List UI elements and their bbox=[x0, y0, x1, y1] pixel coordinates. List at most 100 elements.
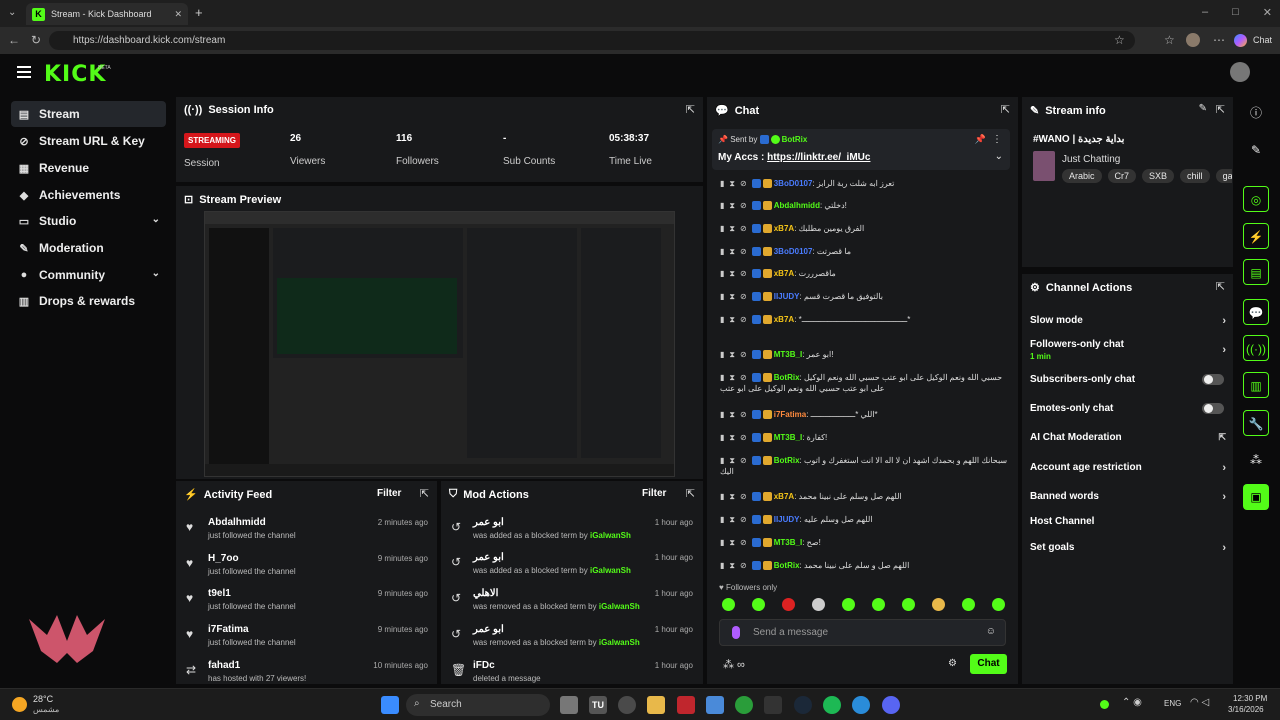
close-icon[interactable]: ✕ bbox=[174, 9, 182, 20]
filter-button[interactable]: Filter bbox=[377, 488, 401, 499]
ban-icon[interactable]: ⊘ bbox=[740, 372, 747, 383]
pin-message-icon[interactable]: ▮ bbox=[720, 491, 724, 502]
timeout-icon[interactable]: ⧗ bbox=[729, 178, 735, 189]
points-icon[interactable]: ⁂ ∞ bbox=[723, 658, 745, 671]
tag[interactable]: chill bbox=[1180, 169, 1210, 183]
sidebar-item-stream-url[interactable]: ⊘ Stream URL & Key bbox=[11, 128, 166, 154]
send-chat-button[interactable]: Chat bbox=[970, 654, 1007, 674]
timeout-icon[interactable]: ⧗ bbox=[729, 455, 735, 466]
subscribers-only-action[interactable]: Subscribers-only chat bbox=[1030, 374, 1226, 385]
clock-time[interactable]: 12:30 PM bbox=[1233, 694, 1267, 703]
emote-icon[interactable] bbox=[782, 598, 795, 611]
filter-button[interactable]: Filter bbox=[642, 488, 666, 499]
ban-icon[interactable]: ⊘ bbox=[740, 432, 747, 443]
copilot-chat-label[interactable]: Chat bbox=[1253, 35, 1272, 45]
chat-username[interactable]: MT3B_I bbox=[774, 538, 802, 547]
chat-username[interactable]: MT3B_I bbox=[774, 350, 802, 359]
pin-message-icon[interactable]: ▮ bbox=[720, 178, 724, 189]
chat-username[interactable]: IIJUDY bbox=[774, 292, 800, 301]
network-volume-icons[interactable]: ◠ ◁ bbox=[1190, 697, 1209, 708]
mod-user[interactable]: iGalwanSh bbox=[590, 531, 631, 540]
chat-icon[interactable]: 💬 bbox=[1243, 299, 1269, 325]
browser-tab[interactable]: K Stream - Kick Dashboard ✕ bbox=[26, 3, 188, 25]
timeout-icon[interactable]: ⧗ bbox=[729, 409, 735, 420]
new-tab-icon[interactable]: + bbox=[195, 5, 203, 20]
spotify-icon[interactable] bbox=[823, 696, 841, 714]
timeout-icon[interactable]: ⧗ bbox=[729, 349, 735, 360]
mod-user[interactable]: iGalwanSh bbox=[599, 638, 640, 647]
ban-icon[interactable]: ⊘ bbox=[740, 560, 747, 571]
pin-message-icon[interactable]: ▮ bbox=[720, 409, 724, 420]
timeout-icon[interactable]: ⧗ bbox=[729, 537, 735, 548]
subscribers-only-toggle[interactable] bbox=[1202, 374, 1224, 385]
chat-username[interactable]: IIJUDY bbox=[774, 515, 800, 524]
emote-icon[interactable] bbox=[902, 598, 915, 611]
category-name[interactable]: Just Chatting bbox=[1062, 154, 1120, 165]
xbox-icon[interactable] bbox=[735, 696, 753, 714]
pinned-link[interactable]: https://linktr.ee/_iMUc bbox=[767, 152, 870, 163]
sidebar-item-studio[interactable]: ▭ Studio ⌄ bbox=[11, 208, 166, 234]
emote-icon[interactable] bbox=[812, 598, 825, 611]
pin-message-icon[interactable]: ▮ bbox=[720, 223, 724, 234]
ai-moderation-action[interactable]: AI Chat Moderation ⇱ bbox=[1030, 432, 1226, 443]
tag[interactable]: ga bbox=[1215, 169, 1232, 183]
ban-icon[interactable]: ⊘ bbox=[740, 514, 747, 525]
followers-only-action[interactable]: Followers-only chat 1 min › bbox=[1030, 339, 1226, 361]
popout-icon[interactable]: ⇱ bbox=[686, 103, 695, 116]
emotes-only-toggle[interactable] bbox=[1202, 403, 1224, 414]
edit-icon[interactable]: ✎ bbox=[1243, 137, 1269, 163]
tray-icons[interactable]: ⌃ ◉ bbox=[1122, 697, 1142, 708]
timeout-icon[interactable]: ⧗ bbox=[729, 372, 735, 383]
chat-username[interactable]: BotRix bbox=[774, 456, 800, 465]
bolt-icon[interactable]: ⚡ bbox=[1243, 223, 1269, 249]
pin-message-icon[interactable]: ▮ bbox=[720, 268, 724, 279]
set-goals-action[interactable]: Set goals › bbox=[1030, 542, 1226, 554]
ban-icon[interactable]: ⊘ bbox=[740, 409, 747, 420]
url-field[interactable]: https://dashboard.kick.com/stream bbox=[49, 31, 1135, 50]
store-icon[interactable] bbox=[706, 696, 724, 714]
favorite-icon[interactable]: ☆ bbox=[1114, 33, 1125, 47]
pin-message-icon[interactable]: ▮ bbox=[720, 432, 724, 443]
tab-list-icon[interactable]: ⌄ bbox=[8, 7, 16, 18]
emoji-icon[interactable]: ☺ bbox=[986, 626, 996, 637]
sidebar-item-community[interactable]: ● Community ⌄ bbox=[11, 262, 166, 288]
tu-app-icon[interactable]: TU bbox=[589, 696, 607, 714]
chat-username[interactable]: 3BoD0107 bbox=[774, 247, 813, 256]
broadcast-icon[interactable]: ((·)) bbox=[1243, 335, 1269, 361]
chat-username[interactable]: xB7A bbox=[774, 315, 794, 324]
emote-icon[interactable] bbox=[962, 598, 975, 611]
profile-avatar[interactable] bbox=[1186, 33, 1200, 47]
pin-message-icon[interactable]: ▮ bbox=[720, 246, 724, 257]
category-thumbnail[interactable] bbox=[1033, 151, 1055, 181]
window-close-icon[interactable]: ✕ bbox=[1263, 6, 1272, 19]
emote-icon[interactable] bbox=[722, 598, 735, 611]
ban-icon[interactable]: ⊘ bbox=[740, 537, 747, 548]
epic-games-icon[interactable] bbox=[764, 696, 782, 714]
menu-icon[interactable] bbox=[17, 66, 31, 78]
pin-message-icon[interactable]: ▮ bbox=[720, 514, 724, 525]
emotes-only-action[interactable]: Emotes-only chat bbox=[1030, 403, 1226, 414]
settings-icon[interactable]: ⚙ bbox=[948, 658, 957, 669]
sidebar-item-revenue[interactable]: ▦ Revenue bbox=[11, 155, 166, 181]
pin-message-icon[interactable]: ▮ bbox=[720, 200, 724, 211]
timeout-icon[interactable]: ⧗ bbox=[729, 514, 735, 525]
sidebar-item-moderation[interactable]: ✎ Moderation bbox=[11, 235, 166, 261]
emote-icon[interactable] bbox=[992, 598, 1005, 611]
mod-user[interactable]: iGalwanSh bbox=[590, 566, 631, 575]
windows-start-icon[interactable] bbox=[381, 696, 399, 714]
file-explorer-icon[interactable] bbox=[647, 696, 665, 714]
ban-icon[interactable]: ⊘ bbox=[740, 314, 747, 325]
pin-message-icon[interactable]: ▮ bbox=[720, 560, 724, 571]
pinned-user[interactable]: BotRix bbox=[782, 135, 808, 144]
more-icon[interactable]: ⋮ bbox=[992, 134, 1002, 145]
camera-icon[interactable]: ◎ bbox=[1243, 186, 1269, 212]
more-icon[interactable]: ⋯ bbox=[1213, 33, 1225, 47]
edge-icon[interactable] bbox=[852, 696, 870, 714]
amd-icon[interactable] bbox=[677, 696, 695, 714]
wrench-icon[interactable]: 🔧 bbox=[1243, 410, 1269, 436]
steam-icon[interactable] bbox=[794, 696, 812, 714]
ban-icon[interactable]: ⊘ bbox=[740, 455, 747, 466]
chat-username[interactable]: MT3B_I bbox=[774, 433, 802, 442]
timeout-icon[interactable]: ⧗ bbox=[729, 291, 735, 302]
clock-date[interactable]: 3/16/2026 bbox=[1228, 705, 1264, 714]
